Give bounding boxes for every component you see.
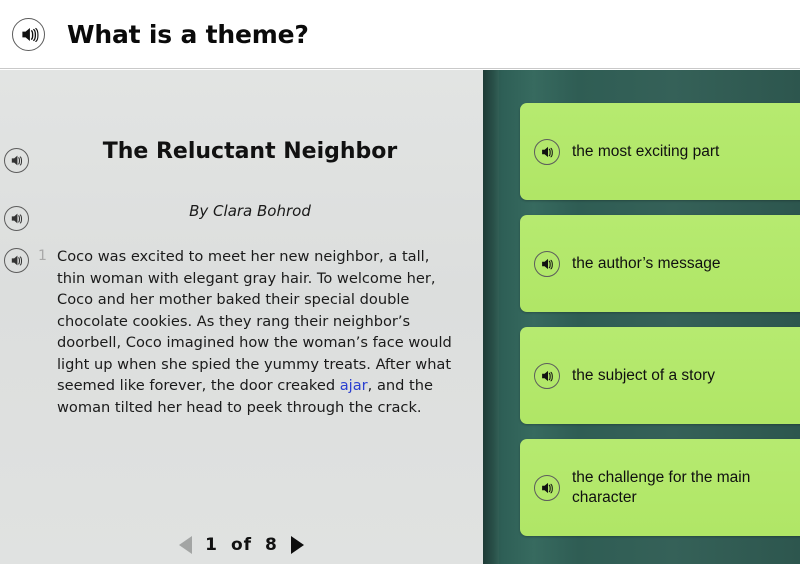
- story-byline: By Clara Bohrod: [189, 202, 311, 220]
- story-title: The Reluctant Neighbor: [102, 139, 398, 164]
- speaker-icon-choice-1[interactable]: [534, 138, 560, 165]
- current-page: 1: [205, 535, 218, 555]
- passage-panel: The Reluctant Neighbor By Clara Bohrod 1…: [0, 70, 483, 564]
- answer-choice-2[interactable]: the author’s message: [520, 215, 800, 312]
- triangle-right-icon[interactable]: [290, 536, 304, 554]
- passage-paragraph: 1 Coco was excited to meet her new neigh…: [38, 246, 458, 418]
- answer-choice-1-label: the most exciting part: [572, 142, 720, 160]
- speaker-icon[interactable]: [12, 17, 45, 51]
- question-header: What is a theme?: [0, 0, 800, 69]
- speaker-icon-choice-4[interactable]: [534, 474, 560, 501]
- speaker-icon-choice-3[interactable]: [534, 362, 560, 389]
- vocabulary-link-ajar[interactable]: ajar: [340, 377, 368, 394]
- answer-choice-4-label: the challenge for the main character: [572, 468, 751, 506]
- answer-choice-3-label: the subject of a story: [572, 366, 716, 384]
- total-pages: 8: [265, 535, 278, 555]
- activity-screen: What is a theme? The Reluctant Neighbor: [0, 0, 800, 564]
- page-title: What is a theme?: [67, 19, 309, 49]
- pagination-separator: of: [230, 535, 253, 555]
- paragraph-text: Coco was excited to meet her new neighbo…: [57, 246, 458, 418]
- triangle-left-icon[interactable]: [179, 536, 193, 554]
- speaker-icon-choice-2[interactable]: [534, 250, 560, 277]
- speaker-icon-paragraph[interactable]: [4, 248, 29, 273]
- paragraph-number: 1: [38, 248, 47, 264]
- answer-choice-1[interactable]: the most exciting part: [520, 103, 800, 200]
- answer-choice-4[interactable]: the challenge for the main character: [520, 439, 800, 536]
- answer-choices-panel: the most exciting part the author’s mess…: [483, 70, 800, 564]
- speaker-icon-title[interactable]: [4, 148, 29, 173]
- answer-choice-3[interactable]: the subject of a story: [520, 327, 800, 424]
- answer-choice-2-label: the author’s message: [572, 254, 721, 272]
- speaker-icon-byline[interactable]: [4, 206, 29, 231]
- paragraph-text-before: Coco was excited to meet her new neighbo…: [57, 248, 452, 394]
- pagination: 1 of 8: [0, 535, 483, 555]
